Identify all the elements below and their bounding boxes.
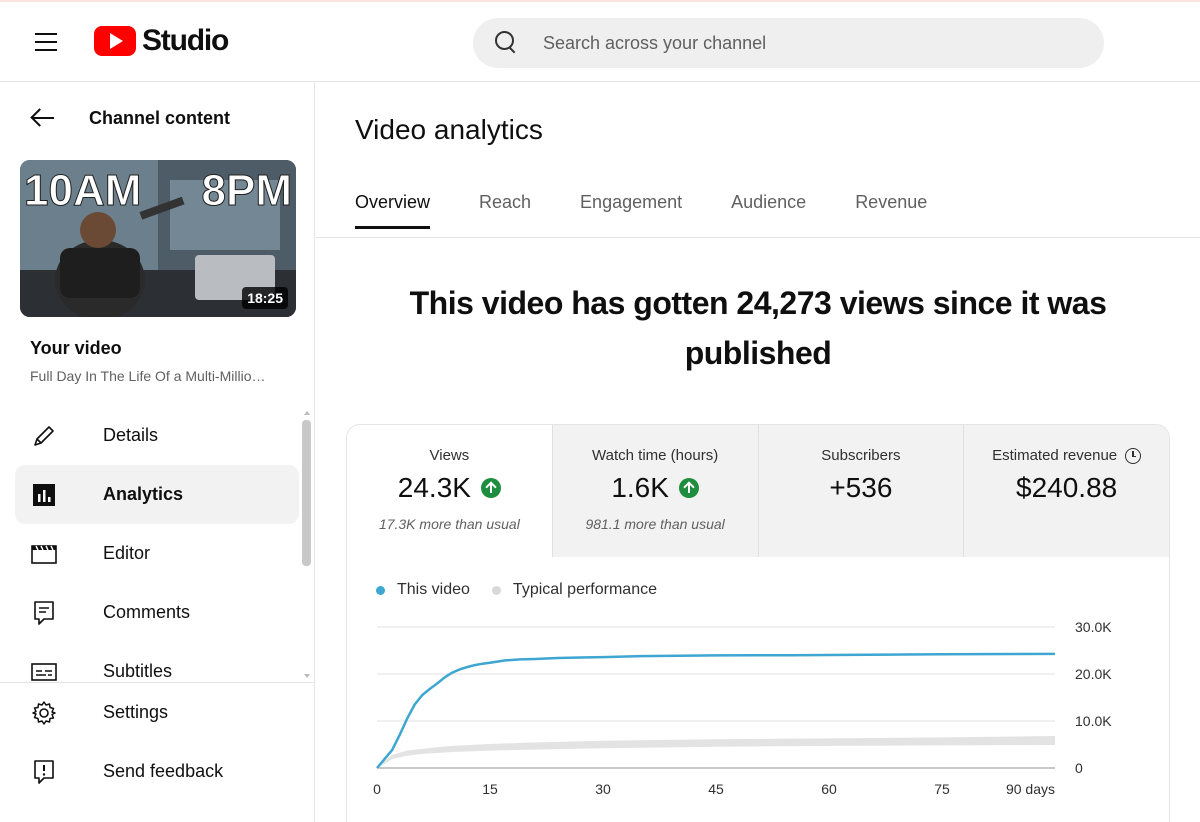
- legend-label: This video: [397, 581, 470, 598]
- tab-audience[interactable]: Audience: [731, 192, 806, 229]
- clock-icon[interactable]: [1125, 447, 1142, 464]
- tab-reach[interactable]: Reach: [479, 192, 531, 229]
- video-thumbnail[interactable]: 10AM 8PM 18:25: [20, 160, 296, 317]
- legend-dot-typical: [491, 585, 501, 595]
- hamburger-menu-icon[interactable]: [24, 24, 68, 60]
- studio-logo[interactable]: Studio: [94, 24, 229, 58]
- sidebar-item-details[interactable]: Details: [15, 406, 299, 465]
- youtube-play-icon: [94, 26, 136, 56]
- analytics-icon: [30, 481, 58, 509]
- x-tick-label: 60: [821, 781, 837, 797]
- metric-label: Watch time (hours): [592, 447, 719, 464]
- metric-label-row: Estimated revenue: [964, 447, 1169, 464]
- y-tick-label: 10.0K: [1075, 713, 1112, 729]
- metric-value-row: $240.88: [964, 472, 1169, 504]
- analytics-tabs: Overview Reach Engagement Audience Reven…: [355, 192, 976, 229]
- pencil-icon: [30, 422, 58, 450]
- metric-estimated-revenue[interactable]: Estimated revenue $240.88: [964, 425, 1169, 557]
- x-tick-label: 90 days: [1006, 781, 1055, 797]
- sidebar-item-editor[interactable]: Editor: [15, 524, 299, 583]
- legend-item-typical-performance: Typical performance: [491, 581, 657, 599]
- search-icon[interactable]: [493, 29, 521, 57]
- legend-item-this-video: This video: [376, 581, 470, 599]
- legend-label: Typical performance: [512, 581, 657, 598]
- thumbnail-text-left: 10AM: [24, 166, 141, 215]
- your-video-label: Your video: [30, 338, 122, 358]
- search-bar[interactable]: [473, 18, 1104, 68]
- video-title: Full Day In The Life Of a Multi-Millio…: [30, 368, 266, 384]
- sidebar-item-label: Analytics: [103, 484, 184, 504]
- trend-up-icon: [678, 478, 699, 498]
- sidebar-scrollbar[interactable]: [302, 420, 311, 566]
- sidebar-item-analytics[interactable]: Analytics: [15, 465, 299, 524]
- scroll-down-arrow-icon[interactable]: [304, 674, 310, 678]
- views-line-chart[interactable]: 0 10.0K 20.0K 30.0K 0 15 30 45 60 75 90 days: [347, 605, 1170, 822]
- sidebar-item-settings[interactable]: Settings: [15, 683, 299, 742]
- metric-note: 981.1 more than usual: [585, 516, 725, 532]
- metric-label: Subscribers: [821, 447, 901, 464]
- gear-icon: [30, 699, 58, 727]
- x-tick-label: 75: [934, 781, 950, 797]
- thumbnail-text-right: 8PM: [202, 166, 292, 215]
- sidebar-item-label: Details: [103, 425, 159, 445]
- x-tick-label: 0: [373, 781, 381, 797]
- sidebar-item-label: Send feedback: [103, 761, 224, 781]
- x-tick-label: 30: [595, 781, 611, 797]
- x-tick-label: 45: [708, 781, 724, 797]
- metric-tabs: Views 24.3K 17.3K more than usual Watch …: [347, 425, 1169, 557]
- sidebar-item-send-feedback[interactable]: Send feedback: [15, 742, 299, 801]
- back-label: Channel content: [89, 107, 231, 128]
- sidebar-item-subtitles[interactable]: Subtitles: [15, 642, 299, 682]
- subtitles-icon: [30, 658, 58, 683]
- sidebar-bottom-nav: Settings Send feedback: [0, 682, 314, 801]
- x-tick-label: 15: [482, 781, 498, 797]
- video-duration-badge: 18:25: [242, 287, 288, 309]
- search-input[interactable]: [543, 32, 1063, 54]
- main-content: Video analytics Overview Reach Engagemen…: [316, 82, 1200, 822]
- y-tick-label: 30.0K: [1075, 619, 1112, 635]
- back-arrow-icon[interactable]: [30, 106, 58, 130]
- metric-value: 1.6K: [611, 472, 669, 503]
- top-bar: Studio: [0, 0, 1200, 82]
- metric-value: +536: [829, 472, 893, 503]
- legend-dot-this-video: [376, 585, 385, 595]
- back-to-channel-content[interactable]: Channel content: [30, 106, 230, 130]
- overview-card: Views 24.3K 17.3K more than usual Watch …: [346, 424, 1170, 822]
- sidebar-nav: Details Analytics Editor Comments Subtit…: [15, 406, 299, 682]
- tab-revenue[interactable]: Revenue: [855, 192, 927, 229]
- metric-views[interactable]: Views 24.3K 17.3K more than usual: [347, 425, 553, 557]
- chart-legend: This video Typical performance: [376, 581, 657, 599]
- scroll-up-arrow-icon[interactable]: [304, 411, 310, 415]
- sidebar-item-label: Editor: [103, 543, 151, 563]
- metric-subscribers[interactable]: Subscribers +536: [758, 425, 965, 557]
- page-title: Video analytics: [355, 114, 543, 145]
- tabs-divider: [316, 237, 1200, 238]
- sidebar-item-label: Settings: [103, 702, 169, 722]
- metric-label: Estimated revenue: [992, 447, 1118, 464]
- sidebar-item-comments[interactable]: Comments: [15, 583, 299, 642]
- sidebar-item-label: Subtitles: [103, 661, 173, 681]
- sidebar: Channel content 10AM 8PM 18:25 Your vide…: [0, 82, 315, 822]
- metric-note: 17.3K more than usual: [378, 516, 520, 532]
- metric-value: 24.3K: [397, 472, 471, 503]
- metric-value-row: 1.6K: [553, 472, 758, 504]
- metric-value-row: +536: [759, 472, 964, 504]
- metric-value-row: 24.3K: [347, 472, 552, 504]
- typical-performance-band: [377, 736, 1055, 768]
- metric-watch-time[interactable]: Watch time (hours) 1.6K 981.1 more than …: [552, 425, 759, 557]
- tab-engagement[interactable]: Engagement: [580, 192, 682, 229]
- y-tick-label: 20.0K: [1075, 666, 1112, 682]
- comment-icon: [30, 599, 58, 627]
- feedback-icon: [30, 758, 58, 786]
- y-tick-label: 0: [1075, 760, 1083, 776]
- sidebar-item-label: Comments: [103, 602, 191, 622]
- clapperboard-icon: [30, 540, 58, 568]
- logo-text: Studio: [142, 24, 229, 57]
- views-headline: This video has gotten 24,273 views since…: [409, 285, 1107, 371]
- tab-overview[interactable]: Overview: [355, 192, 431, 229]
- trend-up-icon: [480, 478, 501, 498]
- metric-label: Views: [429, 447, 470, 464]
- metric-value: $240.88: [1016, 472, 1118, 503]
